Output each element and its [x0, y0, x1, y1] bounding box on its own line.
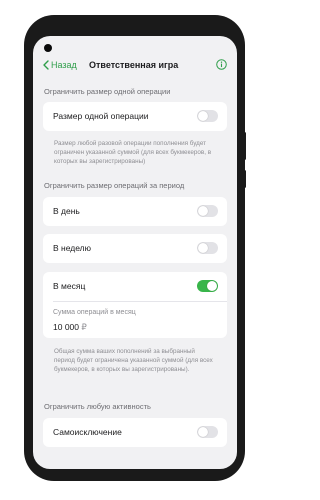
week-limit-card: В неделю	[43, 234, 227, 263]
single-operation-note: Размер любой разовой операции пополнения…	[54, 140, 212, 165]
month-amount-value: 10 000	[53, 322, 79, 332]
month-amount-label: Сумма операций в месяц	[53, 309, 136, 316]
self-exclusion-label: Самоисключение	[53, 427, 122, 437]
back-label: Назад	[51, 60, 77, 70]
nav-header: Назад Ответственная игра	[33, 58, 237, 78]
info-icon[interactable]	[216, 59, 227, 70]
page-title: Ответственная игра	[89, 60, 179, 70]
single-operation-label: Размер одной операции	[53, 111, 149, 121]
currency-symbol: ₽	[81, 322, 87, 332]
toggle-knob	[207, 281, 217, 291]
back-button[interactable]: Назад	[43, 60, 77, 70]
row-divider	[53, 301, 227, 302]
month-limit-card: В месяц Сумма операций в месяц 10 000 ₽	[43, 272, 227, 338]
single-operation-toggle[interactable]	[197, 110, 218, 122]
single-operation-card: Размер одной операции	[43, 102, 227, 131]
chevron-left-icon	[43, 60, 49, 70]
self-exclusion-toggle[interactable]	[197, 426, 218, 438]
section-label-period: Ограничить размер операций за период	[44, 181, 185, 190]
day-limit-toggle[interactable]	[197, 205, 218, 217]
month-limit-toggle[interactable]	[197, 280, 218, 292]
section-label-activity: Ограничить любую активность	[44, 402, 151, 411]
front-camera	[44, 44, 52, 52]
toggle-knob	[198, 206, 208, 216]
day-limit-card: В день	[43, 197, 227, 226]
week-limit-toggle[interactable]	[197, 242, 218, 254]
period-note: Общая сумма ваших пополнений за выбранны…	[54, 348, 213, 373]
app-screen: Назад Ответственная игра Ограничить разм…	[33, 36, 237, 469]
day-limit-label: В день	[53, 206, 80, 216]
toggle-knob	[198, 111, 208, 121]
section-label-single: Ограничить размер одной операции	[44, 87, 171, 96]
week-limit-label: В неделю	[53, 243, 92, 253]
toggle-knob	[198, 427, 208, 437]
toggle-knob	[198, 243, 208, 253]
self-exclusion-card: Самоисключение	[43, 418, 227, 447]
month-amount-input[interactable]: 10 000 ₽	[53, 322, 87, 333]
month-limit-label: В месяц	[53, 281, 86, 291]
